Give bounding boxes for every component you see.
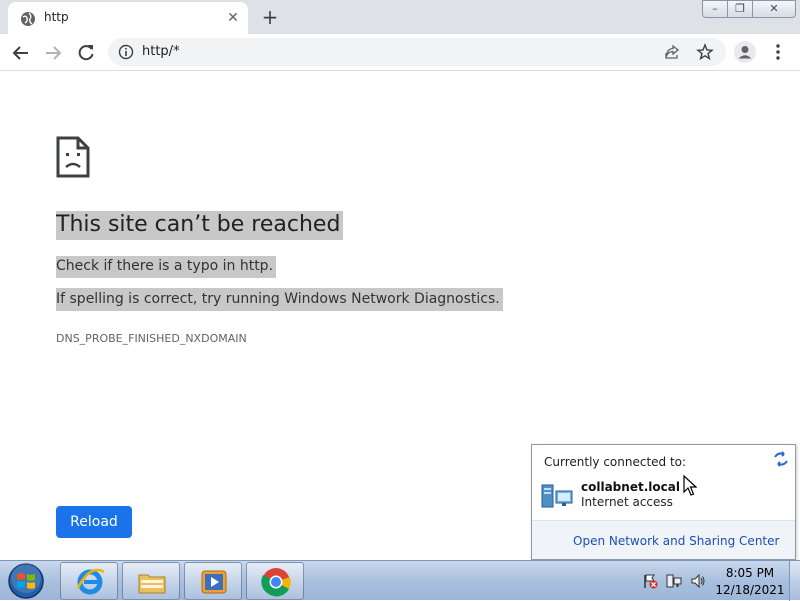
close-button[interactable]: ✕: [752, 0, 796, 18]
chrome-icon: [261, 568, 291, 597]
folder-icon: [138, 574, 166, 594]
domain-network-icon: [541, 484, 573, 508]
tab-close-icon[interactable]: ✕: [224, 9, 242, 27]
taskbar: 8:05 PM 12/18/2021: [0, 560, 800, 601]
network-status: Internet access: [581, 495, 673, 509]
address-text[interactable]: http/*: [142, 44, 180, 59]
restore-button[interactable]: ❐: [727, 0, 753, 18]
tab-active[interactable]: http ✕: [8, 2, 248, 34]
back-arrow-icon[interactable]: [10, 42, 32, 64]
network-flyout: Currently connected to: collabnet.local …: [531, 444, 796, 560]
globe-icon: [21, 12, 35, 26]
refresh-arrows-icon[interactable]: [772, 451, 790, 467]
minimize-button[interactable]: –: [702, 0, 728, 18]
clock-date[interactable]: 12/18/2021: [714, 583, 786, 597]
show-desktop-button[interactable]: [789, 561, 800, 601]
taskbar-file-explorer[interactable]: [122, 562, 180, 600]
window-controls: – ❐ ✕: [702, 0, 796, 18]
info-icon[interactable]: [118, 44, 134, 60]
forward-arrow-icon[interactable]: [42, 42, 64, 64]
reload-button[interactable]: Reload: [56, 506, 132, 538]
profile-avatar[interactable]: [734, 41, 756, 63]
sad-page-icon: [56, 136, 90, 178]
browser-toolbar: http/*: [0, 34, 800, 71]
reload-icon[interactable]: [75, 42, 97, 64]
media-player-icon: [201, 570, 227, 594]
address-bar[interactable]: http/*: [108, 38, 726, 66]
taskbar-internet-explorer[interactable]: [60, 562, 118, 600]
share-icon[interactable]: [664, 44, 680, 60]
start-orb-icon[interactable]: [6, 562, 46, 600]
action-center-flag-icon[interactable]: [642, 573, 658, 589]
flyout-footer: Open Network and Sharing Center: [532, 520, 795, 559]
tab-title: http: [44, 10, 69, 24]
network-tray-icon[interactable]: [666, 573, 682, 589]
volume-icon[interactable]: [690, 573, 706, 589]
bookmark-star-icon[interactable]: [696, 43, 714, 61]
taskbar-media-player[interactable]: [184, 562, 242, 600]
internet-explorer-icon: [76, 568, 105, 595]
taskbar-chrome[interactable]: [246, 562, 304, 600]
new-tab-icon[interactable]: +: [258, 6, 282, 30]
mouse-cursor-icon: [683, 475, 697, 496]
clock-time[interactable]: 8:05 PM: [714, 566, 786, 580]
error-suggestion-typo: Check if there is a typo in http.: [56, 256, 277, 278]
error-title: This site can’t be reached: [56, 211, 344, 240]
error-code: DNS_PROBE_FINISHED_NXDOMAIN: [56, 332, 247, 345]
person-icon: [738, 46, 752, 59]
error-suggestion-diagnostics: If spelling is correct, try running Wind…: [56, 288, 503, 311]
flyout-heading: Currently connected to:: [544, 455, 687, 469]
network-name[interactable]: collabnet.local: [581, 480, 680, 494]
menu-dots-icon[interactable]: [770, 41, 786, 63]
network-sharing-center-link[interactable]: Open Network and Sharing Center: [573, 534, 779, 548]
tab-strip: http ✕ + – ❐ ✕: [0, 0, 800, 34]
